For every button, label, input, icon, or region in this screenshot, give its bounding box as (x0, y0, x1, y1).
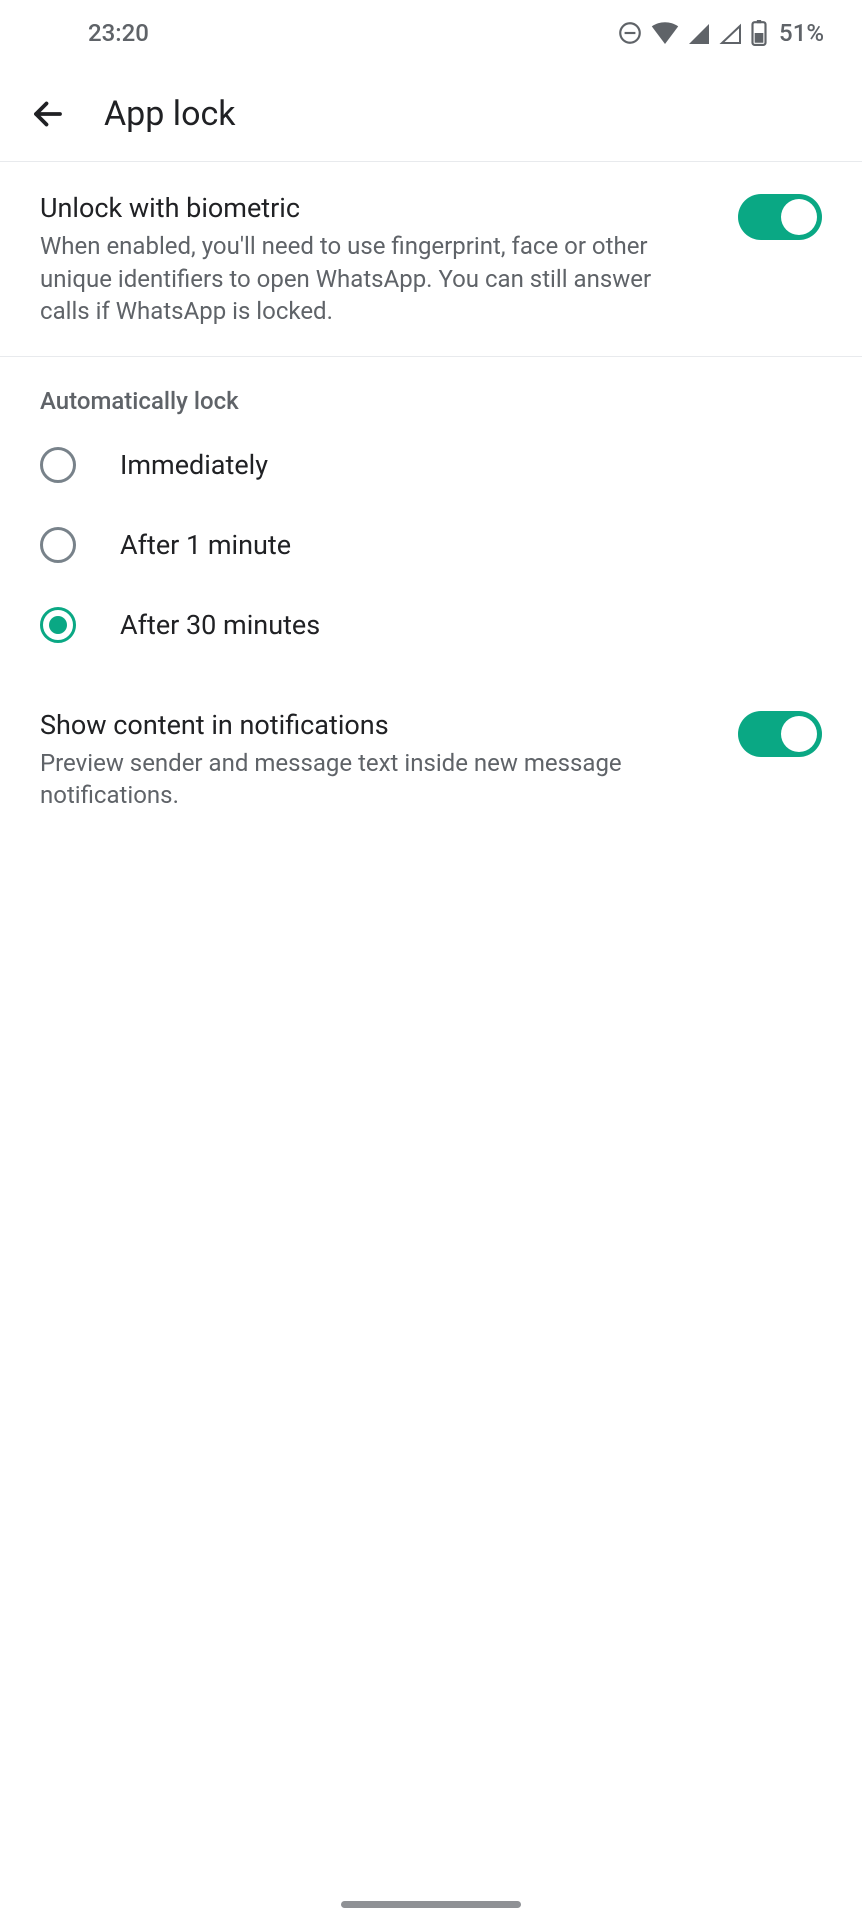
battery-percent: 51% (779, 19, 824, 47)
biometric-title: Unlock with biometric (40, 190, 718, 226)
biometric-toggle[interactable] (738, 194, 822, 240)
dnd-icon (617, 20, 643, 46)
notifications-title: Show content in notifications (40, 707, 718, 743)
radio-label: After 1 minute (120, 529, 291, 561)
radio-icon (40, 447, 76, 483)
radio-label: After 30 minutes (120, 609, 320, 641)
notifications-desc: Preview sender and message text inside n… (40, 747, 660, 812)
auto-lock-radio-group: Immediately After 1 minute After 30 minu… (0, 425, 862, 679)
app-bar: App lock (0, 66, 862, 162)
toggle-knob (781, 716, 817, 752)
back-button[interactable] (24, 90, 72, 138)
battery-icon (751, 20, 767, 46)
auto-lock-option-1-minute[interactable]: After 1 minute (0, 505, 862, 585)
biometric-text: Unlock with biometric When enabled, you'… (40, 190, 718, 328)
biometric-desc: When enabled, you'll need to use fingerp… (40, 230, 660, 327)
signal-icon-2 (719, 22, 743, 44)
auto-lock-option-immediately[interactable]: Immediately (0, 425, 862, 505)
auto-lock-option-30-minutes[interactable]: After 30 minutes (0, 585, 862, 665)
radio-icon (40, 607, 76, 643)
page-title: App lock (104, 94, 235, 134)
auto-lock-header: Automatically lock (0, 357, 862, 425)
toggle-knob (781, 199, 817, 235)
notifications-toggle[interactable] (738, 711, 822, 757)
gesture-bar[interactable] (341, 1901, 521, 1908)
arrow-left-icon (30, 96, 66, 132)
status-time: 23:20 (88, 19, 149, 47)
radio-label: Immediately (120, 449, 268, 481)
screen: 23:20 51% App lock Unlock with biometric… (0, 0, 862, 1920)
notifications-text: Show content in notifications Preview se… (40, 707, 718, 812)
signal-icon-1 (687, 22, 711, 44)
wifi-icon (651, 22, 679, 44)
radio-icon (40, 527, 76, 563)
biometric-setting-row[interactable]: Unlock with biometric When enabled, you'… (0, 162, 862, 357)
status-icons: 51% (617, 19, 824, 47)
notifications-setting-row[interactable]: Show content in notifications Preview se… (0, 679, 862, 840)
status-bar: 23:20 51% (0, 0, 862, 66)
